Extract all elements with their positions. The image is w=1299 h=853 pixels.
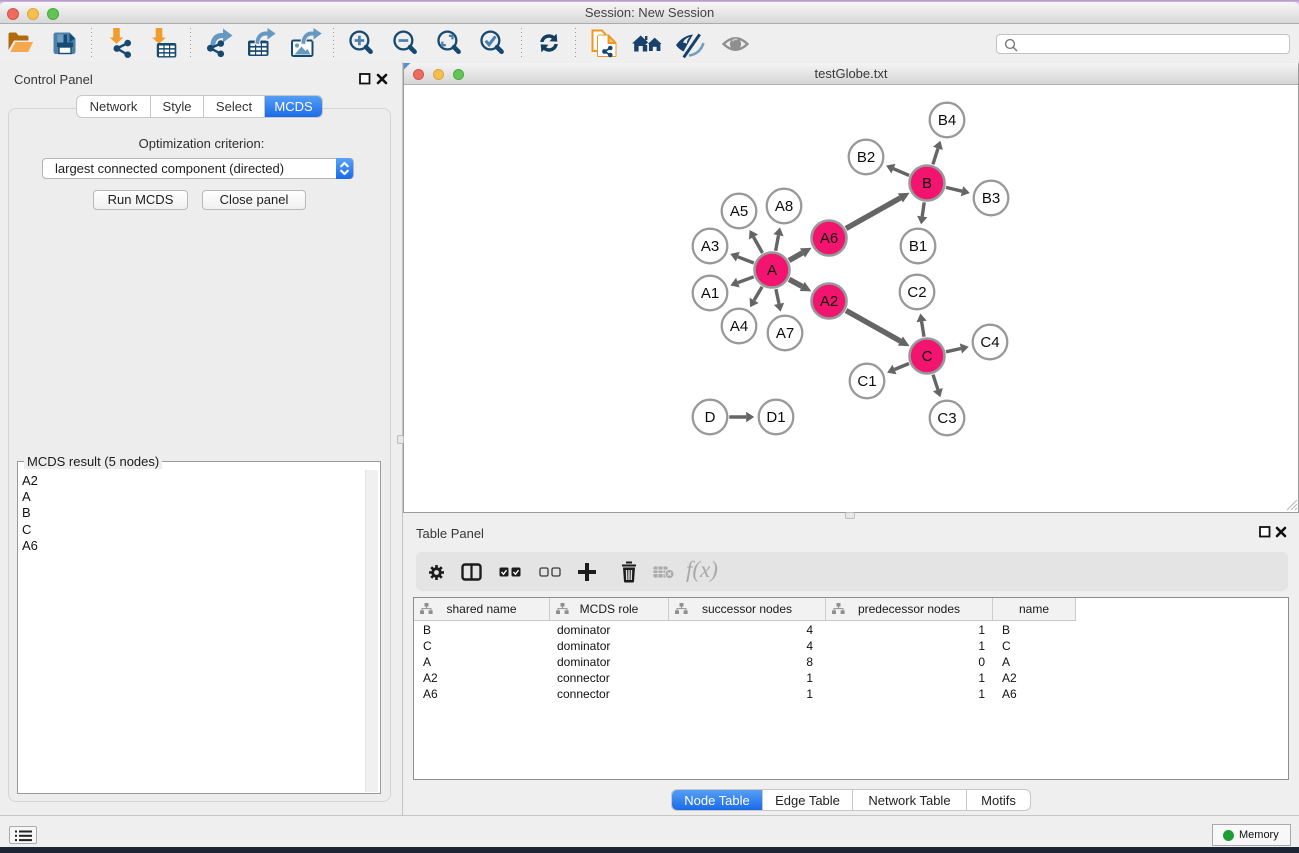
svg-text:B2: B2 (857, 149, 875, 166)
svg-text:C3: C3 (937, 410, 956, 427)
svg-text:C: C (922, 348, 933, 365)
svg-text:A6: A6 (820, 230, 838, 247)
svg-text:D1: D1 (766, 409, 785, 426)
svg-text:C2: C2 (907, 284, 926, 301)
svg-text:C1: C1 (857, 373, 876, 390)
svg-text:A4: A4 (730, 318, 748, 335)
svg-text:C4: C4 (980, 334, 999, 351)
svg-text:A: A (767, 262, 777, 279)
svg-text:A3: A3 (701, 238, 719, 255)
svg-text:D: D (705, 409, 716, 426)
svg-text:B: B (922, 175, 932, 192)
svg-text:A2: A2 (820, 293, 838, 310)
svg-text:A5: A5 (730, 203, 748, 220)
svg-text:A7: A7 (776, 325, 794, 342)
svg-text:B1: B1 (909, 238, 927, 255)
svg-text:A1: A1 (701, 285, 719, 302)
svg-text:A8: A8 (775, 198, 793, 215)
svg-text:B4: B4 (938, 112, 956, 129)
svg-text:B3: B3 (982, 190, 1000, 207)
